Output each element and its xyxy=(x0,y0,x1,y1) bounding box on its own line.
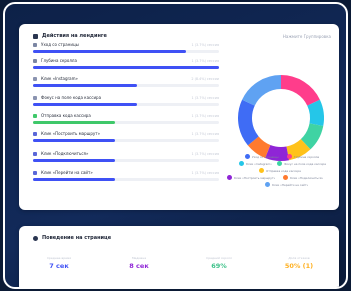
action-row[interactable]: Клик «Построить маршрут» 1 (3.7%) сессия xyxy=(33,130,219,146)
action-row[interactable]: Клик «Instagram» 2 (8.4%) сессии xyxy=(33,75,219,91)
legend-item[interactable]: Уход со страницы xyxy=(245,154,278,159)
legend-label: Клик «Построить маршрут» xyxy=(234,175,276,180)
legend-label: Клик «Instagram» xyxy=(246,161,272,166)
legend-item[interactable]: Отправка кода кассира xyxy=(259,168,301,173)
action-bar-fill xyxy=(33,103,138,106)
legend-item[interactable]: Клик «Перейти на сайт» xyxy=(265,182,308,187)
action-label: Клик «Перейти на сайт» xyxy=(41,170,93,175)
action-bar-track xyxy=(33,50,219,53)
legend-label: Отправка кода кассира xyxy=(266,168,301,173)
focus-icon xyxy=(33,95,37,100)
action-sessions: 2 (8.4%) сессии xyxy=(191,76,219,81)
grouping-link[interactable]: Нажмите Группировка xyxy=(283,34,331,39)
legend-dot xyxy=(283,175,288,180)
action-sessions: 1 (3.7%) сессия xyxy=(191,113,220,118)
page-behavior-title: Поведение на странице xyxy=(33,235,111,241)
check-icon xyxy=(33,113,37,118)
action-bar-fill xyxy=(33,84,138,87)
action-label: Уход со страницы xyxy=(41,42,79,47)
legend-dot xyxy=(287,154,292,159)
action-row[interactable]: Фокус на поле кода кассира 1 (3.7%) сесси… xyxy=(33,94,219,110)
action-bar-fill xyxy=(33,121,115,124)
legend-dot xyxy=(277,161,282,166)
actions-donut-chart xyxy=(238,75,324,161)
action-bar-track xyxy=(33,178,219,181)
behavior-metric: Доля отказов 50% (1) xyxy=(259,256,339,270)
action-label: Фокус на поле кода кассира xyxy=(41,95,102,100)
action-bar-fill xyxy=(33,178,115,181)
legend-dot xyxy=(227,175,232,180)
legend-item[interactable]: Клик «Подключиться» xyxy=(283,175,323,180)
action-label: Клик «Построить маршрут» xyxy=(41,131,101,136)
behavior-metrics: Среднее время 7 сек Медиана 8 сек Средний ск… xyxy=(19,256,339,280)
link-icon xyxy=(33,170,37,175)
donut-slice[interactable] xyxy=(307,99,324,127)
action-bar-fill xyxy=(33,66,219,69)
donut-slice[interactable] xyxy=(247,136,271,158)
action-bar-track xyxy=(33,66,219,69)
instagram-icon xyxy=(33,76,37,81)
legend-label: Клик «Подключиться» xyxy=(290,175,324,180)
page-behavior-card: Поведение на странице Среднее время 7 сек… xyxy=(19,226,339,287)
action-bar-track xyxy=(33,121,219,124)
legend-label: Уход со страницы xyxy=(252,154,279,159)
donut-slice[interactable] xyxy=(242,75,282,107)
legend-item[interactable]: Фокус на поле кода кассира xyxy=(277,161,326,166)
action-label: Клик «Instagram» xyxy=(41,76,78,81)
action-sessions: 1 (3.7%) сессия xyxy=(191,58,220,63)
legend-item[interactable]: Клик «Instagram» xyxy=(239,161,272,166)
action-sessions: 1 (3.7%) сессия xyxy=(191,170,220,175)
legend-item[interactable]: Клик «Построить маршрут» xyxy=(227,175,275,180)
landing-actions-card: Действия на лендинге Нажмите Группировка… xyxy=(19,24,339,210)
legend-dot xyxy=(239,161,244,166)
behavior-metric: Средний скролл 69% xyxy=(179,256,259,270)
window-frame: Действия на лендинге Нажмите Группировка… xyxy=(3,2,348,289)
legend-dot xyxy=(245,154,250,159)
action-sessions: 1 (3.7%) сессия xyxy=(191,95,220,100)
action-bar-fill xyxy=(33,139,115,142)
donut-slice[interactable] xyxy=(280,75,320,107)
donut-slice[interactable] xyxy=(238,99,259,146)
action-label: Отправка кода кассира xyxy=(41,113,91,118)
landing-actions-title-text: Действия на лендинге xyxy=(42,33,107,39)
legend-label: Клик «Перейти на сайт» xyxy=(272,182,309,187)
donut-slice[interactable] xyxy=(286,138,311,161)
landing-actions-title: Действия на лендинге xyxy=(33,33,107,39)
behavior-metric: Медиана 8 сек xyxy=(99,256,179,270)
action-bar-track xyxy=(33,84,219,87)
exit-icon xyxy=(33,42,37,47)
action-row[interactable]: Клик «Перейти на сайт» 1 (3.7%) сессия xyxy=(33,169,219,185)
legend-dot xyxy=(259,168,264,173)
scroll-icon xyxy=(33,58,37,63)
metric-value: 50% (1) xyxy=(284,262,314,270)
action-row[interactable]: Отправка кода кассира 1 (3.7%) сессия xyxy=(33,112,219,128)
action-sessions: 1 (3.7%) сессия xyxy=(191,131,220,136)
metric-value: 69% xyxy=(211,262,227,270)
action-bar-track xyxy=(33,159,219,162)
behavior-metric: Среднее время 7 сек xyxy=(19,256,99,270)
action-row[interactable]: Уход со страницы 1 (3.7%) сессия xyxy=(33,41,219,57)
action-bar-fill xyxy=(33,159,115,162)
actions-icon xyxy=(33,33,38,39)
action-row[interactable]: Клик «Подключиться» 1 (3.7%) сессия xyxy=(33,150,219,166)
page-behavior-title-text: Поведение на странице xyxy=(42,235,112,241)
action-label: Глубина скролла xyxy=(41,58,77,63)
legend-label: Глубина скролла xyxy=(294,154,320,159)
action-label: Клик «Подключиться» xyxy=(41,151,89,156)
legend-item[interactable]: Глубина скролла xyxy=(287,154,319,159)
action-sessions: 1 (3.7%) сессия xyxy=(191,42,220,47)
route-icon xyxy=(33,131,37,136)
metric-value: 8 сек xyxy=(129,262,149,270)
action-bar-track xyxy=(33,139,219,142)
legend-dot xyxy=(265,182,270,187)
legend-label: Фокус на поле кода кассира xyxy=(284,161,326,166)
action-sessions: 1 (3.7%) сессия xyxy=(191,151,220,156)
action-bar-track xyxy=(33,103,219,106)
action-row[interactable]: Глубина скролла 1 (3.7%) сессия xyxy=(33,57,219,73)
connect-icon xyxy=(33,151,37,156)
donut-slice[interactable] xyxy=(300,123,324,150)
action-bar-fill xyxy=(33,50,186,53)
info-icon xyxy=(33,235,38,241)
metric-value: 7 сек xyxy=(49,262,69,270)
